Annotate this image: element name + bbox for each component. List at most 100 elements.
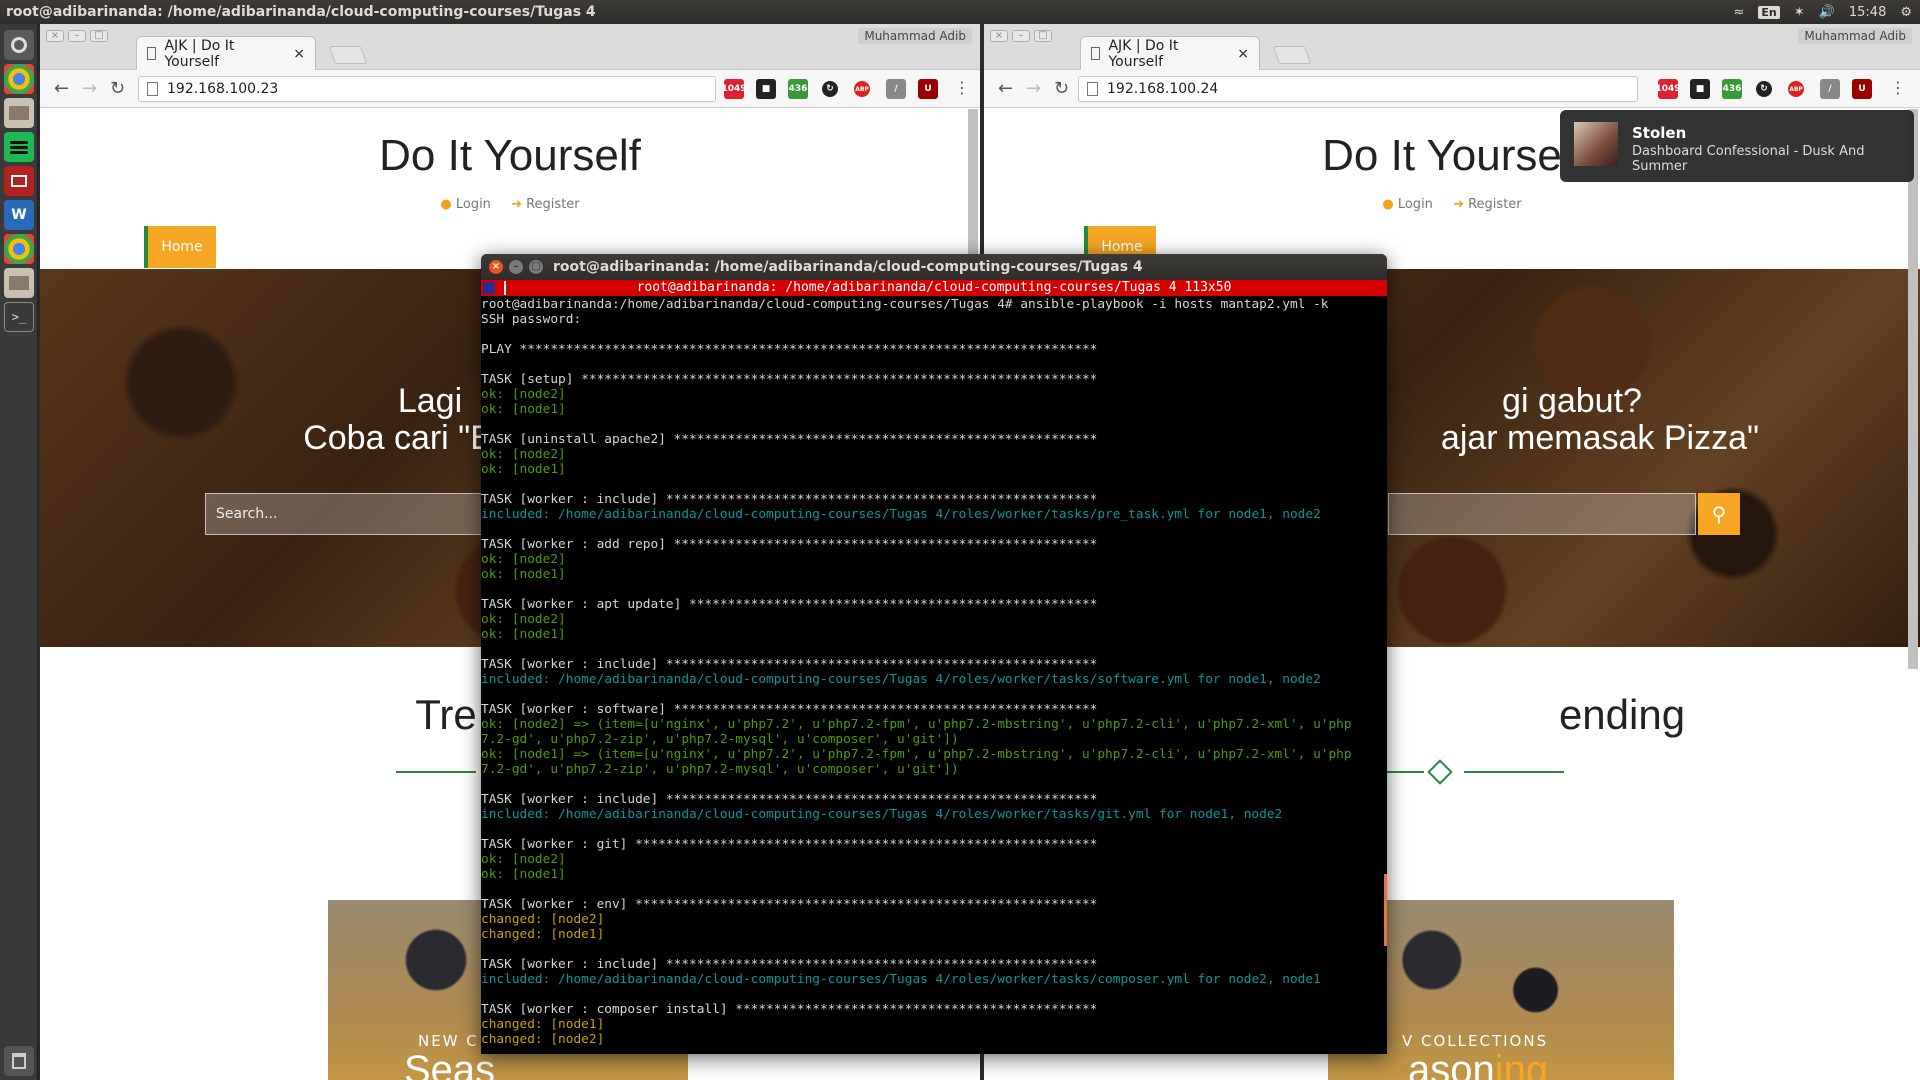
terminal-icon[interactable]: >_: [4, 302, 34, 332]
scrollbar[interactable]: [968, 109, 978, 264]
green-extension-icon[interactable]: 436: [1722, 79, 1742, 99]
extension-icon[interactable]: /: [886, 79, 906, 99]
sync-extension-icon[interactable]: ↻: [822, 81, 838, 97]
terminal-line: ok: [node1] => (item=[u'nginx', u'php7.2…: [481, 747, 1352, 762]
scrollbar[interactable]: [1908, 109, 1918, 669]
cursor: [504, 281, 506, 295]
close-icon[interactable]: ×: [489, 260, 503, 274]
register-link[interactable]: ➜ Register: [511, 197, 580, 212]
ublock-icon[interactable]: U: [918, 79, 938, 99]
address-bar[interactable]: 192.168.100.23: [138, 76, 716, 102]
files-icon[interactable]: [4, 98, 34, 128]
adblock-icon[interactable]: ABP: [854, 81, 870, 97]
forward-icon[interactable]: →: [1026, 78, 1041, 99]
new-tab-button[interactable]: [328, 46, 368, 64]
ublock-icon[interactable]: U: [1852, 79, 1872, 99]
terminal-line: ok: [node1]: [481, 567, 566, 582]
vmware-icon[interactable]: W: [4, 200, 34, 230]
auth-links: ● Login ➜ Register: [40, 197, 980, 212]
spotify-icon[interactable]: [4, 132, 34, 162]
login-link[interactable]: ● Login: [1382, 197, 1433, 212]
terminal-line: ok: [node2]: [481, 612, 566, 627]
address-bar[interactable]: 192.168.100.24: [1078, 76, 1638, 102]
terminal-output[interactable]: root@adibarinanda:/home/adibarinanda/clo…: [481, 297, 1387, 1047]
screenshot-icon[interactable]: [4, 166, 34, 196]
back-icon[interactable]: ←: [54, 78, 69, 99]
site-title: Do It Yourself: [379, 131, 641, 180]
card-title-accent: ing: [1494, 1048, 1549, 1080]
clock[interactable]: 15:48: [1849, 5, 1886, 20]
wifi-icon[interactable]: ≈: [1734, 5, 1745, 20]
profile-badge[interactable]: Muhammad Adib: [858, 28, 972, 44]
terminal-line: ok: [node1]: [481, 462, 566, 477]
chrome-icon[interactable]: [4, 234, 34, 264]
chrome-icon[interactable]: [4, 64, 34, 94]
tab-close-icon[interactable]: ×: [293, 46, 305, 62]
login-link[interactable]: ● Login: [440, 197, 491, 212]
close-icon[interactable]: ×: [46, 30, 64, 42]
search-icon[interactable]: ⚲: [1698, 493, 1740, 535]
terminal-window[interactable]: × – □ root@adibarinanda: /home/adibarina…: [481, 254, 1387, 1054]
search-input[interactable]: [1388, 493, 1696, 535]
close-icon[interactable]: ×: [990, 30, 1008, 42]
green-extension-icon[interactable]: 436: [788, 79, 808, 99]
nav-home[interactable]: Home: [144, 226, 216, 268]
terminal-line: TASK [uninstall apache2] ***************…: [481, 432, 1098, 447]
adblock-icon[interactable]: ABP: [1788, 81, 1804, 97]
sync-extension-icon[interactable]: ↻: [1756, 81, 1772, 97]
page-info-icon: [1087, 82, 1098, 96]
power-gear-icon[interactable]: ⚙: [1900, 5, 1912, 20]
terminal-line: TASK [worker : include] ****************…: [481, 492, 1098, 507]
terminal-line: TASK [worker : software] ***************…: [481, 702, 1098, 717]
extension-icon[interactable]: /: [1820, 79, 1840, 99]
menu-icon[interactable]: ⋮: [1890, 78, 1906, 97]
song-title: Stolen: [1632, 124, 1687, 142]
register-link[interactable]: ➜ Register: [1453, 197, 1522, 212]
terminal-line: changed: [node2]: [481, 1032, 605, 1047]
dash-home-icon[interactable]: [4, 30, 34, 60]
extension-icon[interactable]: ■: [756, 79, 776, 99]
menu-icon[interactable]: ⋮: [954, 78, 970, 97]
arrow-icon: ➜: [1453, 197, 1464, 212]
forward-icon[interactable]: →: [82, 78, 97, 99]
tmux-status-text: root@adibarinanda: /home/adibarinanda/cl…: [636, 280, 1232, 295]
pane-icon: [483, 282, 495, 294]
browser-toolbar: ← → ↻ 192.168.100.23 1049 ■ 436 ↻ ABP / …: [40, 70, 980, 108]
gmail-extension-icon[interactable]: 1049: [721, 79, 747, 99]
login-label: Login: [455, 197, 491, 212]
volume-icon[interactable]: 🔊: [1819, 5, 1835, 20]
tab-close-icon[interactable]: ×: [1237, 46, 1249, 62]
reload-icon[interactable]: ↻: [1054, 78, 1069, 99]
reload-icon[interactable]: ↻: [110, 78, 125, 99]
tab-ajk[interactable]: AJK | Do It Yourself ×: [136, 36, 316, 70]
trash-icon[interactable]: [4, 1046, 34, 1076]
terminal-titlebar[interactable]: × – □ root@adibarinanda: /home/adibarina…: [481, 254, 1387, 280]
terminal-line: included: /home/adibarinanda/cloud-compu…: [481, 807, 1283, 822]
minimize-icon[interactable]: –: [1012, 30, 1030, 42]
terminal-line: TASK [worker : include] ****************…: [481, 957, 1098, 972]
files-icon[interactable]: [4, 268, 34, 298]
abp-label: ABP: [1789, 85, 1803, 93]
new-tab-button[interactable]: [1272, 46, 1312, 64]
keyboard-layout-indicator[interactable]: En: [1758, 5, 1780, 19]
url-text: 192.168.100.23: [167, 81, 279, 97]
profile-badge[interactable]: Muhammad Adib: [1798, 28, 1912, 44]
tab-title: AJK | Do It Yourself: [164, 37, 235, 70]
minimize-icon[interactable]: –: [68, 30, 86, 42]
extension-icon[interactable]: ■: [1690, 79, 1710, 99]
maximize-icon[interactable]: □: [529, 260, 543, 274]
terminal-line: SSH password:: [481, 312, 582, 327]
minimize-icon[interactable]: –: [509, 260, 523, 274]
music-notification: Stolen Dashboard Confessional - Dusk And…: [1560, 110, 1914, 182]
gmail-count: 1049: [1655, 84, 1681, 94]
gmail-extension-icon[interactable]: 1049: [1655, 79, 1681, 99]
gmail-count: 1049: [721, 84, 747, 94]
maximize-icon[interactable]: □: [90, 30, 108, 42]
back-icon[interactable]: ←: [998, 78, 1013, 99]
bluetooth-icon[interactable]: ✶: [1794, 5, 1805, 20]
terminal-line: ok: [node1]: [481, 627, 566, 642]
tab-ajk[interactable]: AJK | Do It Yourself ×: [1080, 36, 1260, 70]
maximize-icon[interactable]: □: [1034, 30, 1052, 42]
